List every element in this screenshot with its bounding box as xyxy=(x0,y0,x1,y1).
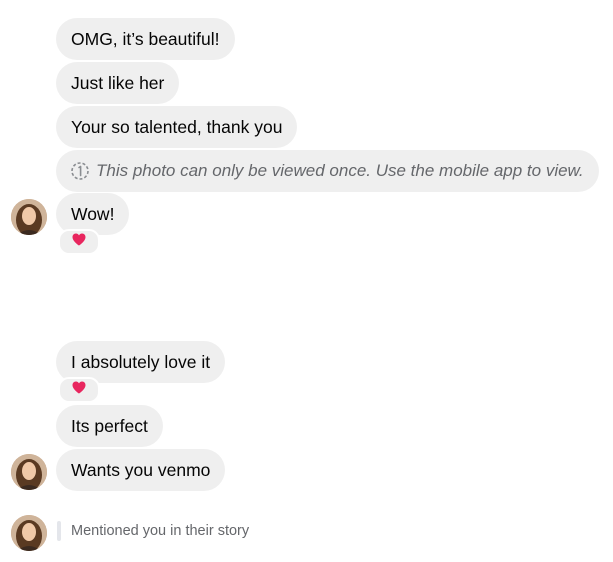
story-reply-bar xyxy=(57,521,61,541)
avatar[interactable] xyxy=(11,515,47,551)
message-text: Your so talented, thank you xyxy=(71,116,283,137)
reaction-badge[interactable] xyxy=(58,229,100,255)
message-bubble[interactable]: OMG, it’s beautiful! xyxy=(56,18,235,60)
view-once-icon xyxy=(70,161,90,181)
reaction-badge[interactable] xyxy=(58,377,100,403)
message-text: I absolutely love it xyxy=(71,351,211,372)
message-bubble[interactable]: Just like her xyxy=(56,62,180,104)
message-bubble[interactable]: Wants you venmo xyxy=(56,449,226,491)
message-text: Its perfect xyxy=(71,415,148,436)
avatar[interactable] xyxy=(11,199,47,235)
message-bubble[interactable]: Its perfect xyxy=(56,405,163,447)
message-bubble[interactable]: Your so talented, thank you xyxy=(56,106,298,148)
view-once-photo-bubble[interactable]: This photo can only be viewed once. Use … xyxy=(56,150,599,192)
message-text: Wants you venmo xyxy=(71,459,211,480)
heart-icon xyxy=(72,233,86,251)
avatar[interactable] xyxy=(11,454,47,490)
story-mention-text[interactable]: Mentioned you in their story xyxy=(71,523,249,539)
heart-icon xyxy=(72,381,86,399)
message-text: Just like her xyxy=(71,72,165,93)
message-text: Wow! xyxy=(71,203,115,224)
message-text: OMG, it’s beautiful! xyxy=(71,28,220,49)
view-once-text: This photo can only be viewed once. Use … xyxy=(96,161,584,180)
